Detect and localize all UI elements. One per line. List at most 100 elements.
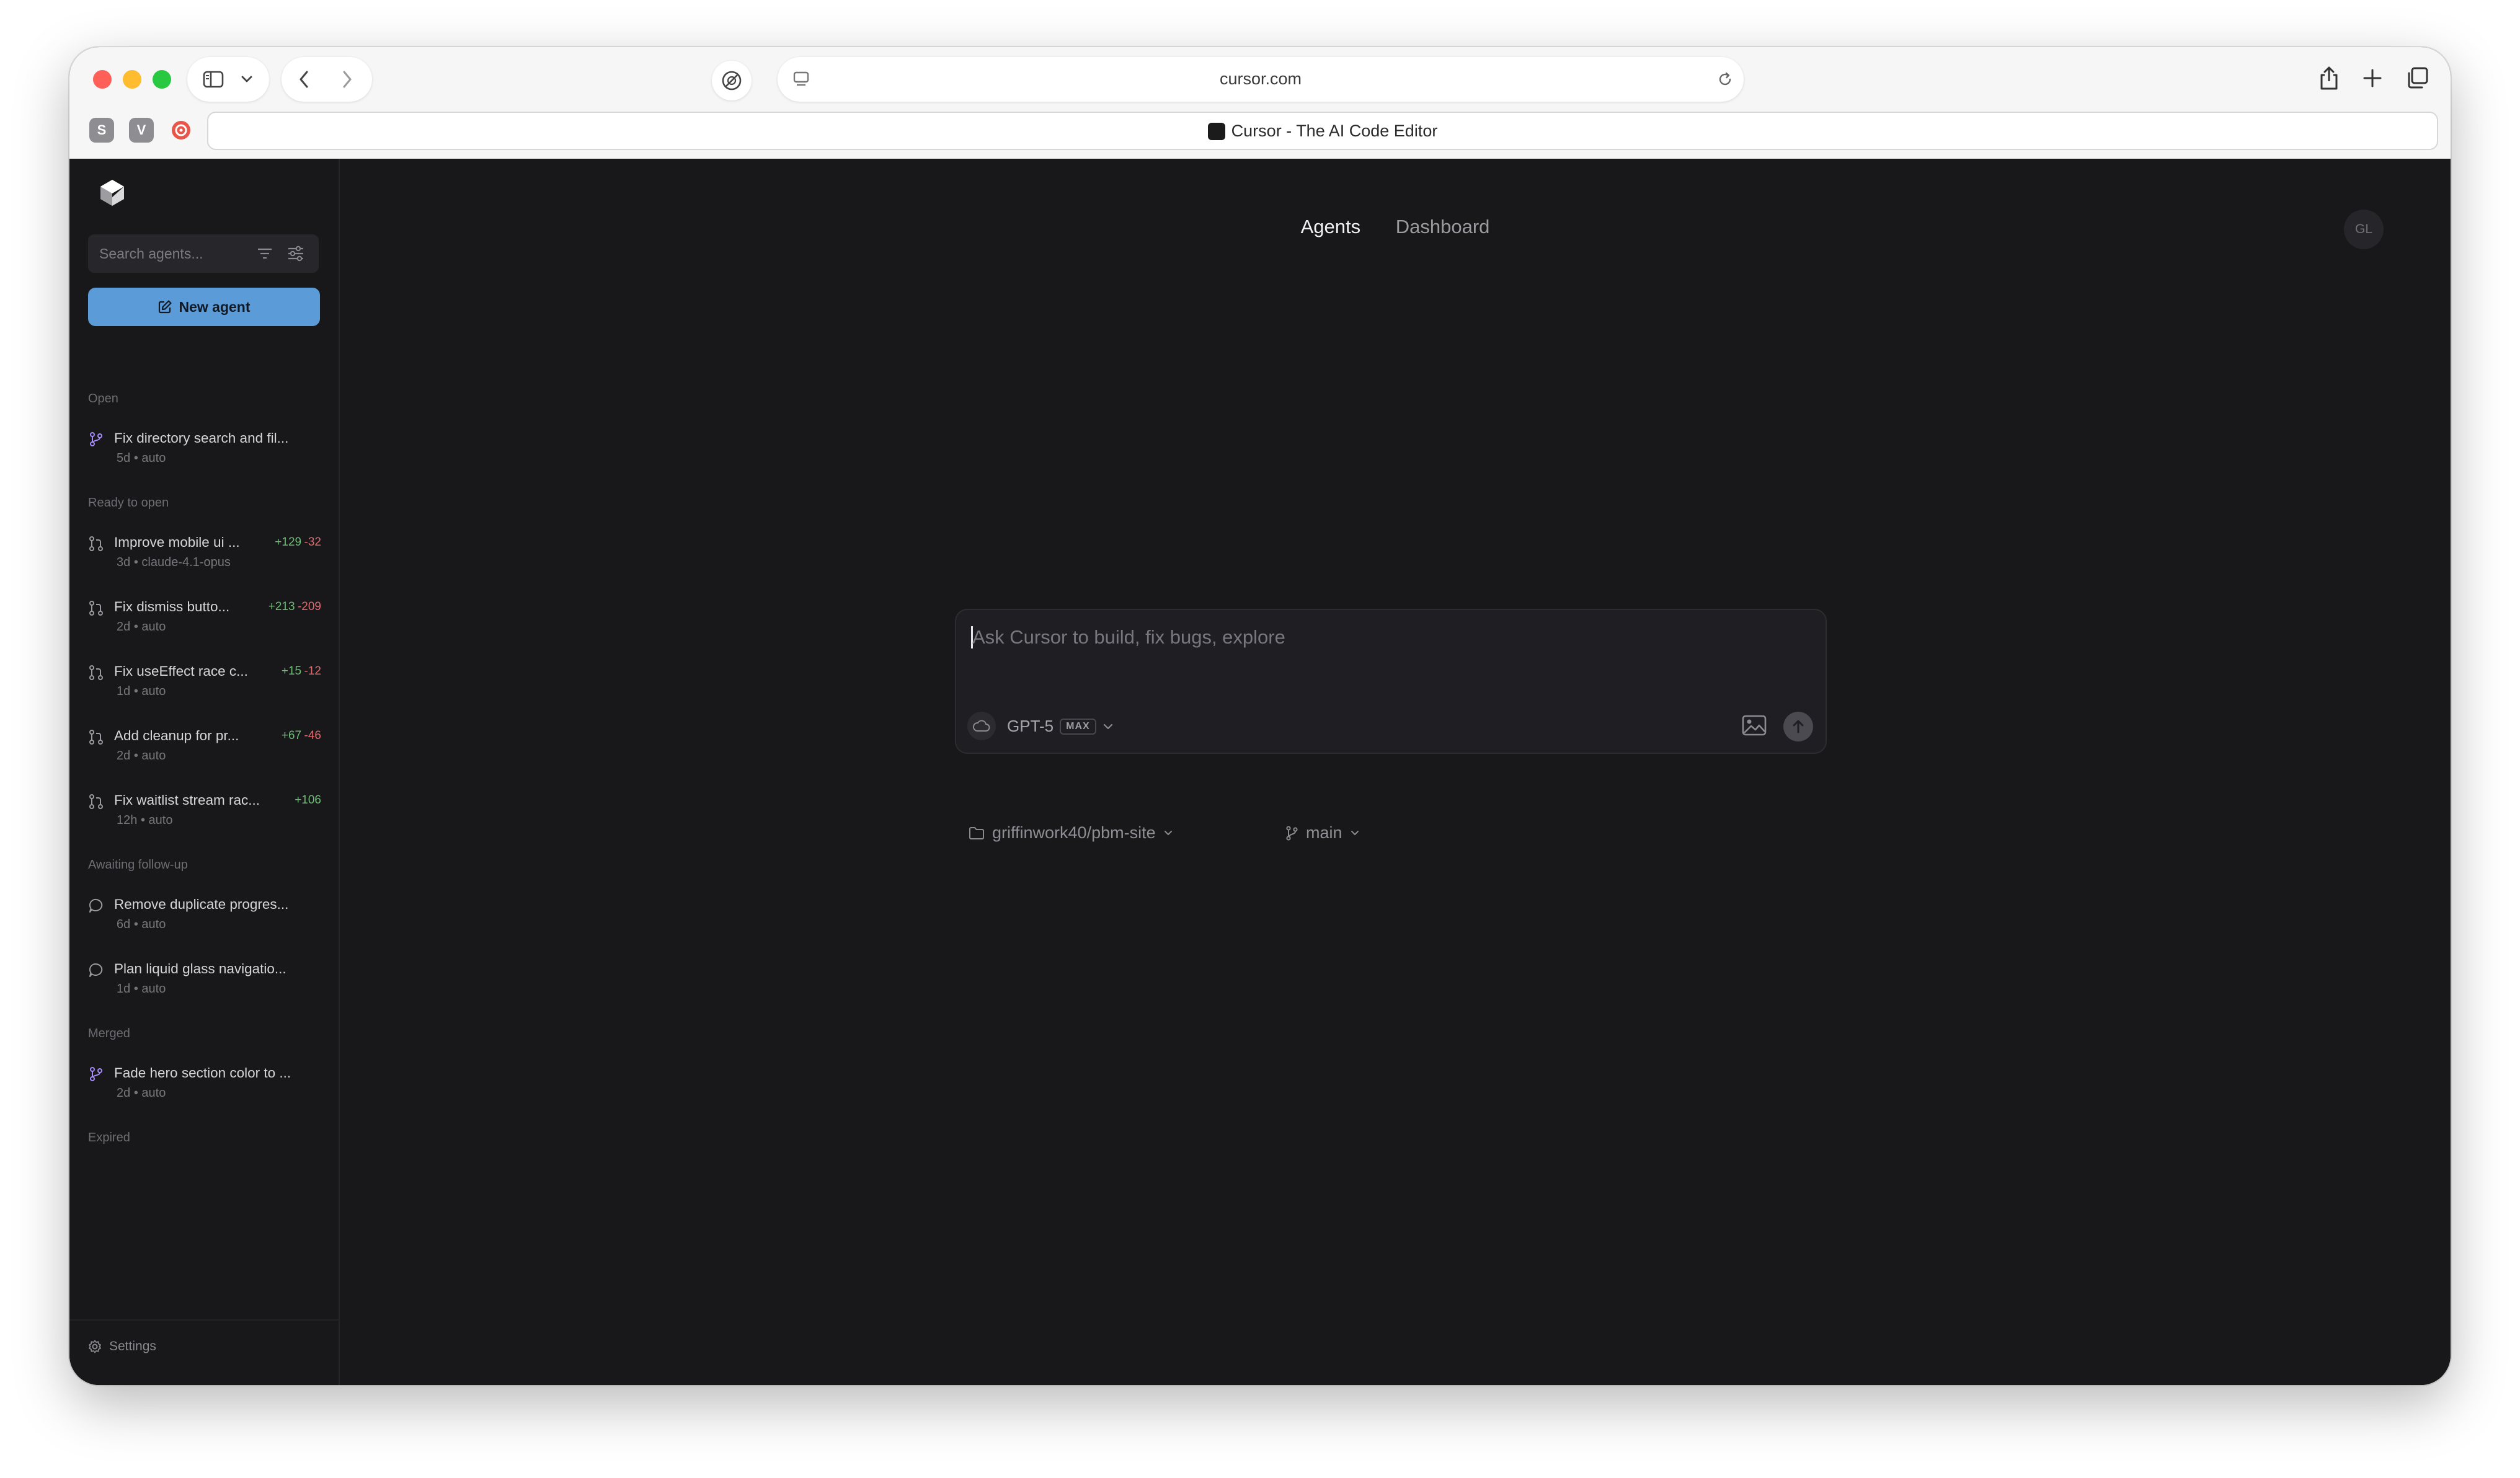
send-button[interactable] [1783,712,1813,741]
agent-model: auto [148,813,173,827]
git-merge-icon [90,1067,102,1081]
agent-item[interactable]: Fix waitlist stream rac... +106 12h • au… [88,790,321,839]
forward-icon[interactable] [336,68,358,91]
agent-model: auto [141,1086,166,1100]
tab-bar: S V Cursor - The AI Code Editor [69,107,2451,159]
top-nav: Agents Dashboard [340,216,2451,238]
section-expired[interactable]: Expired [88,1131,130,1145]
tab-agents[interactable]: Agents [1301,216,1361,237]
agent-item[interactable]: Remove duplicate progres... 6d • auto [88,894,321,944]
pull-request-icon [89,794,103,809]
new-agent-button[interactable]: New agent [88,288,320,326]
avatar[interactable]: GL [2344,210,2384,249]
pinned-tab[interactable]: V [129,118,154,143]
chevron-down-icon [1351,830,1359,835]
browser-window: cursor.com S V Cursor - The AI Code Edit… [69,47,2451,1385]
cursor-logo-icon[interactable] [97,177,128,208]
sidebar-icon [201,68,226,91]
agent-title: Plan liquid glass navigatio... [114,961,286,976]
close-window-button[interactable] [93,70,112,89]
zoom-window-button[interactable] [153,70,171,89]
repo-selector[interactable]: griffinwork40/pbm-site [969,823,1173,843]
lines-added: +67 [281,729,302,742]
address-bar[interactable]: cursor.com [778,57,1744,102]
section-open: Open [88,392,118,405]
privacy-report-button[interactable] [712,61,752,100]
lines-added: +106 [295,794,321,807]
lines-removed: -46 [304,729,321,742]
pull-request-icon [89,601,103,616]
agent-age: 2d [117,620,131,634]
tab-title: Cursor - The AI Code Editor [1231,122,1438,140]
sliders-icon[interactable] [286,244,305,263]
image-icon [1742,715,1767,736]
cursor-favicon-icon [1207,123,1225,140]
chevron-down-icon [1164,830,1172,835]
gear-icon [89,1340,101,1353]
agents-sidebar: Search agents... New agent Open Fix dire… [69,159,340,1385]
reload-icon[interactable] [1715,69,1735,89]
main-panel: Agents Dashboard GL Ask Cursor to build,… [340,159,2451,1385]
agent-model: auto [141,918,166,931]
filter-icon[interactable] [255,244,274,263]
history-nav-group [282,57,372,102]
new-agent-label: New agent [179,298,251,315]
agent-age: 12h [117,813,138,827]
chat-bubble-icon [89,898,103,913]
branch-selector[interactable]: main [1285,823,1360,843]
agent-item[interactable]: Fix directory search and fil... 5d • aut… [88,428,321,477]
pinned-tab[interactable]: S [89,118,114,143]
minimize-window-button[interactable] [123,70,141,89]
lines-added: +15 [281,665,302,678]
attach-image-button[interactable] [1741,713,1770,740]
sidebar-toggle-button[interactable] [187,57,269,102]
chat-bubble-icon [89,963,103,977]
folder-icon [969,826,984,839]
browser-toolbar: cursor.com S V Cursor - The AI Code Edit… [69,47,2451,159]
pull-request-icon [89,665,103,680]
agent-title: Fade hero section color to ... [114,1065,291,1081]
repo-name: griffinwork40/pbm-site [992,823,1156,842]
new-tab-icon[interactable] [2358,63,2387,93]
chevron-down-icon[interactable] [237,69,257,89]
agent-title: Add cleanup for pr... [114,728,239,743]
agent-model: claude-4.1-opus [141,555,231,569]
agent-age: 2d [117,749,131,763]
agent-item[interactable]: Fix dismiss butto... +213 -209 2d • auto [88,596,321,646]
agent-item[interactable]: Fix useEffect race c... +15 -12 1d • aut… [88,661,321,710]
agent-item[interactable]: Improve mobile ui ... +129 -32 3d • clau… [88,532,321,582]
share-icon[interactable] [2314,63,2344,93]
agent-title: Fix useEffect race c... [114,663,248,679]
agent-age: 2d [117,1086,131,1100]
agent-title: Fix directory search and fil... [114,430,289,446]
tab-dashboard[interactable]: Dashboard [1396,216,1490,237]
agent-model: auto [141,684,166,698]
agent-age: 1d [117,684,131,698]
agent-item[interactable]: Plan liquid glass navigatio... 1d • auto [88,958,321,1008]
back-icon[interactable] [293,68,315,91]
settings-label: Settings [109,1339,156,1353]
lines-added: +213 [268,600,295,613]
url-text: cursor.com [1219,69,1302,88]
agent-composer[interactable]: Ask Cursor to build, fix bugs, explore G… [955,609,1827,754]
model-selector[interactable]: GPT-5 MAX [1007,717,1114,736]
pinned-tab[interactable] [169,118,193,143]
pull-request-icon [89,730,103,745]
search-agents-input[interactable]: Search agents... [88,234,319,273]
tab-cursor[interactable]: Cursor - The AI Code Editor [207,112,2438,150]
section-merged: Merged [88,1027,130,1040]
agent-model: auto [141,620,166,634]
tab-overview-icon[interactable] [2402,63,2432,93]
max-badge: MAX [1060,718,1096,735]
section-awaiting: Awaiting follow-up [88,858,188,872]
agent-item[interactable]: Add cleanup for pr... +67 -46 2d • auto [88,725,321,775]
section-ready: Ready to open [88,496,169,510]
settings-button[interactable]: Settings [88,1339,156,1354]
prompt-input[interactable]: Ask Cursor to build, fix bugs, explore [972,626,1285,648]
agent-item[interactable]: Fade hero section color to ... 2d • auto [88,1063,321,1112]
lines-removed: -209 [297,600,321,613]
cloud-mode-button[interactable] [967,712,996,740]
agent-model: auto [141,982,166,996]
agent-age: 5d [117,451,131,465]
agent-model: auto [141,749,166,763]
